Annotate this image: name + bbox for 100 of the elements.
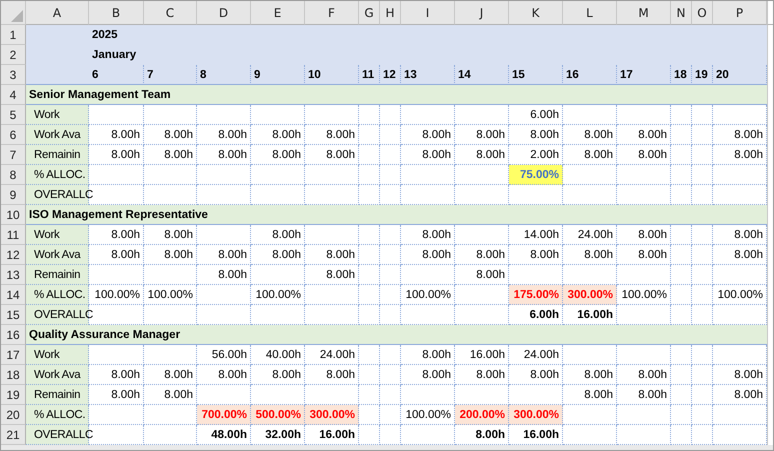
table-cell: 8.00h xyxy=(251,365,305,385)
row-number[interactable]: 6 xyxy=(1,125,26,145)
table-cell xyxy=(251,165,305,185)
table-cell: 8.00h xyxy=(455,425,509,445)
table-cell xyxy=(380,365,401,385)
row-number[interactable]: 2 xyxy=(1,45,26,65)
table-cell xyxy=(144,345,197,365)
table-cell: 8.00h xyxy=(144,145,197,165)
table-cell: 8.00h xyxy=(197,365,251,385)
row-number[interactable]: 17 xyxy=(1,345,26,365)
table-cell: 8.00h xyxy=(617,245,671,265)
table-cell xyxy=(563,425,617,445)
table-cell xyxy=(455,105,509,125)
column-header[interactable]: M xyxy=(617,1,671,25)
table-cell: 48.00h xyxy=(197,425,251,445)
row-number[interactable]: 15 xyxy=(1,305,26,325)
row-number[interactable]: 4 xyxy=(1,85,26,105)
column-header[interactable]: O xyxy=(692,1,713,25)
column-header[interactable]: E xyxy=(251,1,305,25)
table-cell xyxy=(671,145,692,165)
table-cell: 8.00h xyxy=(455,145,509,165)
table-cell xyxy=(380,225,401,245)
table-cell: Work xyxy=(26,105,89,125)
table-cell: 16.00h xyxy=(509,425,563,445)
table-cell: 8.00h xyxy=(509,125,563,145)
table-cell: 8.00h xyxy=(617,125,671,145)
column-header[interactable]: N xyxy=(671,1,692,25)
column-header[interactable]: P xyxy=(713,1,767,25)
table-cell xyxy=(251,105,305,125)
table-cell xyxy=(617,405,671,425)
table-cell xyxy=(144,105,197,125)
table-cell: 8.00h xyxy=(197,125,251,145)
table-cell xyxy=(617,265,671,285)
column-header[interactable]: F xyxy=(305,1,359,25)
column-header[interactable]: H xyxy=(380,1,401,25)
row-number[interactable]: 11 xyxy=(1,225,26,245)
table-cell: 11 xyxy=(359,65,380,85)
table-cell xyxy=(671,125,692,145)
table-cell xyxy=(563,345,617,365)
table-cell: 175.00% xyxy=(509,285,563,305)
row-number[interactable]: 20 xyxy=(1,405,26,425)
column-header[interactable]: G xyxy=(359,1,380,25)
table-cell: 16.00h xyxy=(455,345,509,365)
column-header[interactable]: D xyxy=(197,1,251,25)
table-cell xyxy=(692,365,713,385)
table-cell xyxy=(89,265,144,285)
table-cell: 8.00h xyxy=(401,365,455,385)
table-cell xyxy=(359,285,380,305)
row-number[interactable]: 8 xyxy=(1,165,26,185)
column-header[interactable]: B xyxy=(89,1,144,25)
table-cell xyxy=(692,105,713,125)
row-number[interactable]: 18 xyxy=(1,365,26,385)
table-cell xyxy=(380,385,401,405)
table-cell: 700.00% xyxy=(197,405,251,425)
row-number[interactable]: 13 xyxy=(1,265,26,285)
row-number[interactable]: 10 xyxy=(1,205,26,225)
table-cell: 200.00% xyxy=(455,405,509,425)
table-cell: 56.00h xyxy=(197,345,251,365)
table-cell: Work xyxy=(26,225,89,245)
row-number[interactable]: 16 xyxy=(1,325,26,345)
table-cell xyxy=(692,145,713,165)
table-cell: 6 xyxy=(89,65,144,85)
column-header[interactable]: J xyxy=(455,1,509,25)
row-number[interactable]: 3 xyxy=(1,65,26,85)
table-cell xyxy=(692,125,713,145)
table-cell xyxy=(305,285,359,305)
row-number[interactable]: 14 xyxy=(1,285,26,305)
table-cell: 32.00h xyxy=(251,425,305,445)
table-cell xyxy=(359,125,380,145)
table-cell: 8.00h xyxy=(563,365,617,385)
select-all-button[interactable] xyxy=(1,1,26,25)
column-header[interactable]: K xyxy=(509,1,563,25)
table-cell: 500.00% xyxy=(251,405,305,425)
table-cell xyxy=(359,345,380,365)
row-number[interactable]: 7 xyxy=(1,145,26,165)
row-number[interactable]: 9 xyxy=(1,185,26,205)
table-cell: 18 xyxy=(671,65,692,85)
column-header[interactable]: I xyxy=(401,1,455,25)
row-number[interactable]: 21 xyxy=(1,425,26,445)
table-cell: 8.00h xyxy=(305,265,359,285)
table-cell xyxy=(401,105,455,125)
row-number[interactable]: 1 xyxy=(1,25,26,45)
row-number[interactable]: 19 xyxy=(1,385,26,405)
table-cell: 13 xyxy=(401,65,455,85)
row-number[interactable]: 12 xyxy=(1,245,26,265)
column-header[interactable]: A xyxy=(26,1,89,25)
column-header[interactable]: L xyxy=(563,1,617,25)
table-cell: 8.00h xyxy=(144,245,197,265)
column-header[interactable]: C xyxy=(144,1,197,25)
table-cell xyxy=(380,145,401,165)
table-cell xyxy=(359,165,380,185)
table-cell: 14.00h xyxy=(509,225,563,245)
row-number[interactable]: 5 xyxy=(1,105,26,125)
table-cell: 8.00h xyxy=(144,125,197,145)
table-cell: 100.00% xyxy=(617,285,671,305)
table-cell: 8.00h xyxy=(455,365,509,385)
table-cell: 300.00% xyxy=(563,285,617,305)
table-cell xyxy=(197,105,251,125)
table-cell: 17 xyxy=(617,65,671,85)
table-cell xyxy=(692,425,713,445)
